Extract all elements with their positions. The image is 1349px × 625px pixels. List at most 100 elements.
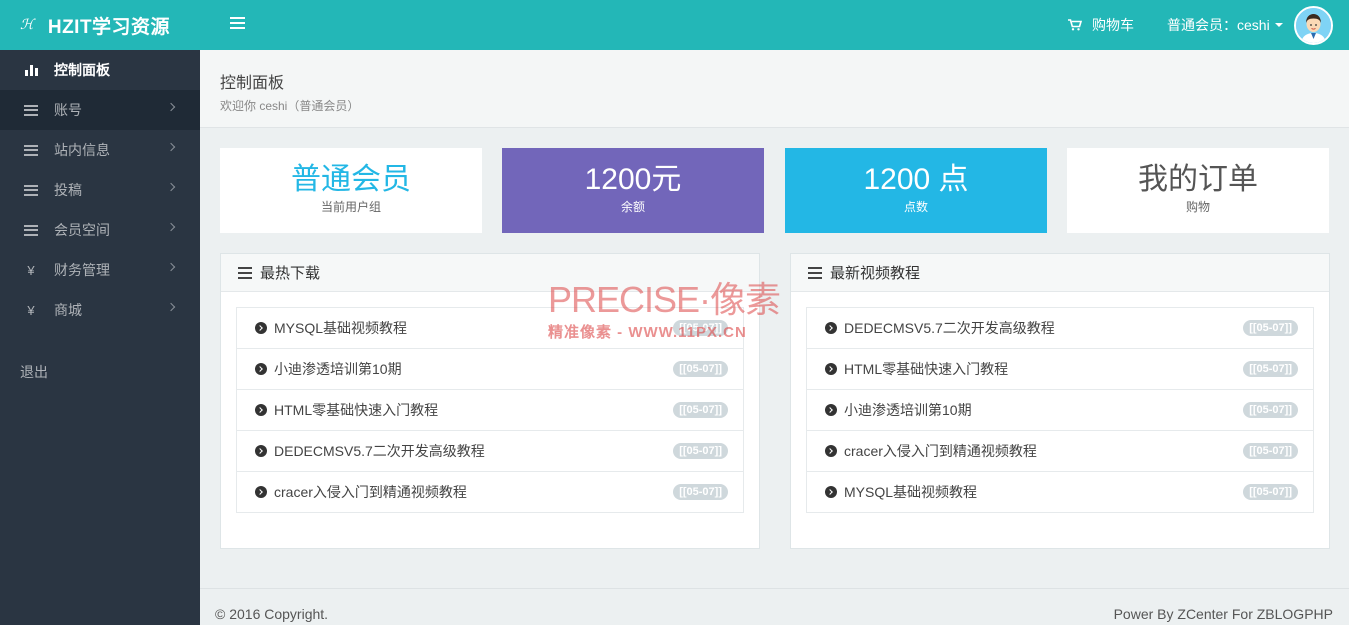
date-badge: [[05-07]] (673, 402, 728, 418)
powered-by-text: Power By ZCenter For ZBLOGPHP (1113, 606, 1333, 622)
arrow-circle-right-icon (825, 445, 837, 457)
list-item[interactable]: 小迪渗透培训第10期 [[05-07]] (237, 349, 743, 390)
stat-label: 购物 (1185, 200, 1210, 214)
sidebar-item-shop[interactable]: ¥ 商城 (0, 290, 200, 330)
sidebar-item-account[interactable]: 账号 (0, 90, 200, 130)
list-item[interactable]: HTML零基础快速入门教程 [[05-07]] (807, 349, 1313, 390)
yen-icon: ¥ (27, 262, 35, 278)
chevron-right-icon (166, 142, 176, 152)
stat-card-user-group[interactable]: 普通会员 当前用户组 (220, 148, 482, 233)
stat-card-balance[interactable]: 1200元 余额 (502, 148, 764, 233)
sidebar-item-label: 商城 (54, 302, 82, 318)
item-title: HTML零基础快速入门教程 (844, 361, 1009, 377)
arrow-circle-right-icon (825, 486, 837, 498)
page-header: 控制面板 欢迎你 ceshi（普通会员） (200, 50, 1349, 128)
date-badge: [[05-07]] (1243, 320, 1298, 336)
page-subtitle: 欢迎你 ceshi（普通会员） (220, 99, 360, 113)
list-icon (22, 224, 40, 236)
hot-downloads-panel: 最热下载 MYSQL基础视频教程 [[05-07]] 小迪渗透培训第10期 [[… (220, 253, 760, 549)
list-item[interactable]: HTML零基础快速入门教程 [[05-07]] (237, 390, 743, 431)
date-badge: [[05-07]] (673, 320, 728, 336)
yen-icon: ¥ (27, 302, 35, 318)
list-item[interactable]: MYSQL基础视频教程 [[05-07]] (807, 472, 1313, 512)
list-item[interactable]: cracer入侵入门到精通视频教程 [[05-07]] (807, 431, 1313, 472)
cart-icon (1068, 19, 1082, 31)
arrow-circle-right-icon (255, 404, 267, 416)
list-item[interactable]: MYSQL基础视频教程 [[05-07]] (237, 308, 743, 349)
sidebar-item-member-space[interactable]: 会员空间 (0, 210, 200, 250)
stat-value: 普通会员 (291, 163, 411, 196)
date-badge: [[05-07]] (673, 443, 728, 459)
sidebar-item-label: 会员空间 (54, 222, 110, 238)
list-item[interactable]: 小迪渗透培训第10期 [[05-07]] (807, 390, 1313, 431)
item-title: cracer入侵入门到精通视频教程 (844, 443, 1037, 459)
chevron-right-icon (166, 102, 176, 112)
list-item[interactable]: DEDECMSV5.7二次开发高级教程 [[05-07]] (237, 431, 743, 472)
list-item[interactable]: cracer入侵入门到精通视频教程 [[05-07]] (237, 472, 743, 512)
sidebar: 控制面板 账号 站内信息 投稿 会员空间 ¥ 财务管理 ¥ 商城 退出 (0, 50, 200, 625)
item-title: cracer入侵入门到精通视频教程 (274, 484, 467, 500)
logo-mark: ℋ (20, 17, 34, 33)
chevron-right-icon (166, 182, 176, 192)
bar-chart-icon (22, 64, 40, 76)
stat-label: 当前用户组 (320, 200, 381, 214)
avatar[interactable] (1294, 6, 1333, 45)
sidebar-divider (0, 330, 200, 352)
chevron-down-icon (1274, 23, 1283, 27)
cart-link[interactable]: 购物车 (1068, 0, 1134, 50)
page-title: 控制面板 (220, 75, 285, 92)
list-icon (22, 104, 40, 116)
list-item[interactable]: DEDECMSV5.7二次开发高级教程 [[05-07]] (807, 308, 1313, 349)
panel-title: 最新视频教程 (830, 265, 921, 282)
item-title: MYSQL基础视频教程 (844, 484, 978, 500)
sidebar-item-label: 站内信息 (54, 142, 110, 158)
logo[interactable]: ℋ HZIT学习资源 (0, 0, 200, 50)
item-title: DEDECMSV5.7二次开发高级教程 (844, 320, 1055, 336)
sidebar-item-label: 财务管理 (54, 262, 110, 278)
user-label: 普通会员：ceshi (1167, 17, 1270, 33)
logout-link[interactable]: 退出 (0, 352, 200, 392)
date-badge: [[05-07]] (673, 484, 728, 500)
arrow-circle-right-icon (255, 486, 267, 498)
sidebar-item-submit[interactable]: 投稿 (0, 170, 200, 210)
latest-videos-panel: 最新视频教程 DEDECMSV5.7二次开发高级教程 [[05-07]] HTM… (790, 253, 1330, 549)
date-badge: [[05-07]] (1243, 443, 1298, 459)
sidebar-item-messages[interactable]: 站内信息 (0, 130, 200, 170)
sidebar-item-label: 控制面板 (54, 62, 110, 78)
sidebar-item-dashboard[interactable]: 控制面板 (0, 50, 200, 90)
sidebar-item-label: 账号 (54, 102, 82, 118)
stat-label: 余额 (620, 200, 645, 214)
arrow-circle-right-icon (825, 322, 837, 334)
chevron-right-icon (166, 262, 176, 272)
panel-header: 最热下载 (221, 254, 759, 292)
user-menu-dropdown[interactable]: 普通会员：ceshi (1167, 0, 1283, 50)
copyright-text: © 2016 Copyright. (215, 606, 329, 622)
arrow-circle-right-icon (255, 445, 267, 457)
item-title: 小迪渗透培训第10期 (274, 361, 402, 377)
arrow-circle-right-icon (255, 322, 267, 334)
stat-card-points[interactable]: 1200 点 点数 (785, 148, 1047, 233)
stat-card-orders[interactable]: 我的订单 购物 (1067, 148, 1329, 233)
item-title: 小迪渗透培训第10期 (844, 402, 972, 418)
sidebar-item-label: 投稿 (54, 182, 82, 198)
list-icon (22, 144, 40, 156)
menu-toggle-icon[interactable] (230, 17, 245, 31)
footer: © 2016 Copyright. Power By ZCenter For Z… (200, 588, 1349, 625)
item-title: HTML零基础快速入门教程 (274, 402, 439, 418)
date-badge: [[05-07]] (673, 361, 728, 377)
panel-title: 最热下载 (260, 265, 321, 282)
stat-label: 点数 (903, 200, 928, 214)
list-icon (22, 184, 40, 196)
date-badge: [[05-07]] (1243, 484, 1298, 500)
arrow-circle-right-icon (255, 363, 267, 375)
stat-value: 1200 点 (863, 163, 969, 196)
date-badge: [[05-07]] (1243, 402, 1298, 418)
stat-value: 我的订单 (1138, 163, 1258, 196)
sidebar-item-finance[interactable]: ¥ 财务管理 (0, 250, 200, 290)
stat-value: 1200元 (584, 163, 682, 196)
item-title: MYSQL基础视频教程 (274, 320, 408, 336)
cart-label: 购物车 (1092, 17, 1134, 33)
item-title: DEDECMSV5.7二次开发高级教程 (274, 443, 485, 459)
list-icon (808, 266, 822, 279)
arrow-circle-right-icon (825, 363, 837, 375)
